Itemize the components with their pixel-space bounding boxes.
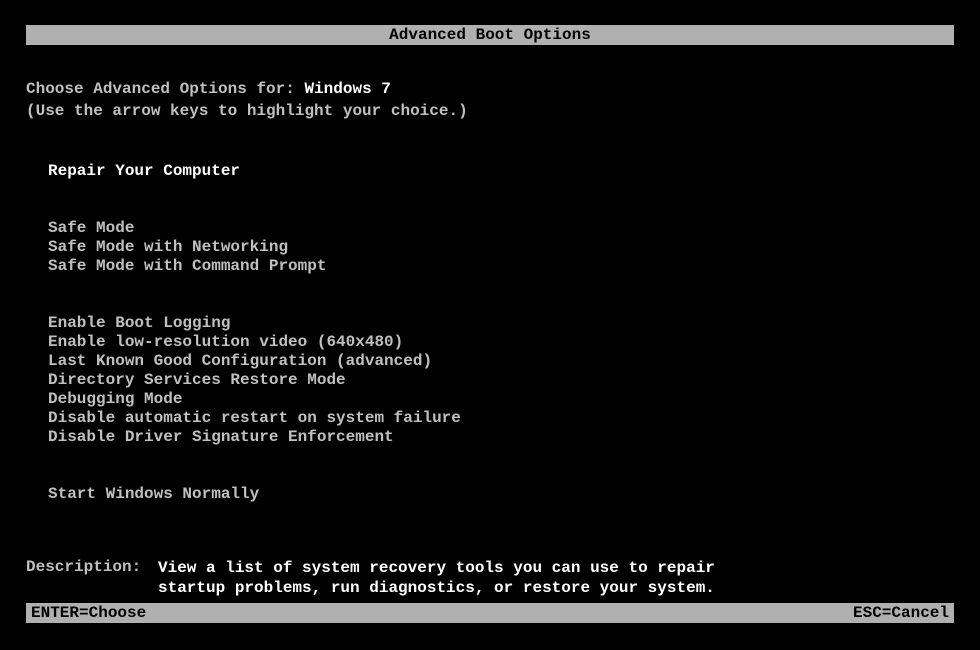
content-area: Choose Advanced Options for: Windows 7 (… <box>26 80 954 598</box>
prompt-line: Choose Advanced Options for: Windows 7 <box>26 80 954 98</box>
footer-enter: ENTER=Choose <box>31 603 146 623</box>
menu-item[interactable]: Repair Your Computer <box>48 162 954 181</box>
menu-item[interactable]: Enable low-resolution video (640x480) <box>48 333 954 352</box>
menu-item[interactable]: Safe Mode with Networking <box>48 238 954 257</box>
menu-item[interactable]: Safe Mode with Command Prompt <box>48 257 954 276</box>
menu-item[interactable]: Directory Services Restore Mode <box>48 371 954 390</box>
prompt-prefix: Choose Advanced Options for: <box>26 80 304 98</box>
footer-bar: ENTER=Choose ESC=Cancel <box>26 603 954 623</box>
menu-spacer <box>48 447 954 485</box>
menu-item[interactable]: Enable Boot Logging <box>48 314 954 333</box>
menu-item[interactable]: Safe Mode <box>48 219 954 238</box>
description-label: Description: <box>26 558 158 598</box>
header-title: Advanced Boot Options <box>389 26 591 44</box>
menu-item[interactable]: Last Known Good Configuration (advanced) <box>48 352 954 371</box>
header-bar: Advanced Boot Options <box>26 25 954 45</box>
menu-item[interactable]: Disable automatic restart on system fail… <box>48 409 954 428</box>
description-text: View a list of system recovery tools you… <box>158 558 718 598</box>
menu-item[interactable]: Start Windows Normally <box>48 485 954 504</box>
menu-spacer <box>48 276 954 314</box>
hint-line: (Use the arrow keys to highlight your ch… <box>26 102 954 120</box>
menu-item[interactable]: Debugging Mode <box>48 390 954 409</box>
boot-menu[interactable]: Repair Your ComputerSafe ModeSafe Mode w… <box>48 162 954 504</box>
menu-item[interactable]: Disable Driver Signature Enforcement <box>48 428 954 447</box>
description-block: Description: View a list of system recov… <box>26 558 954 598</box>
os-name: Windows 7 <box>304 80 390 98</box>
footer-esc: ESC=Cancel <box>853 603 949 623</box>
menu-spacer <box>48 181 954 219</box>
